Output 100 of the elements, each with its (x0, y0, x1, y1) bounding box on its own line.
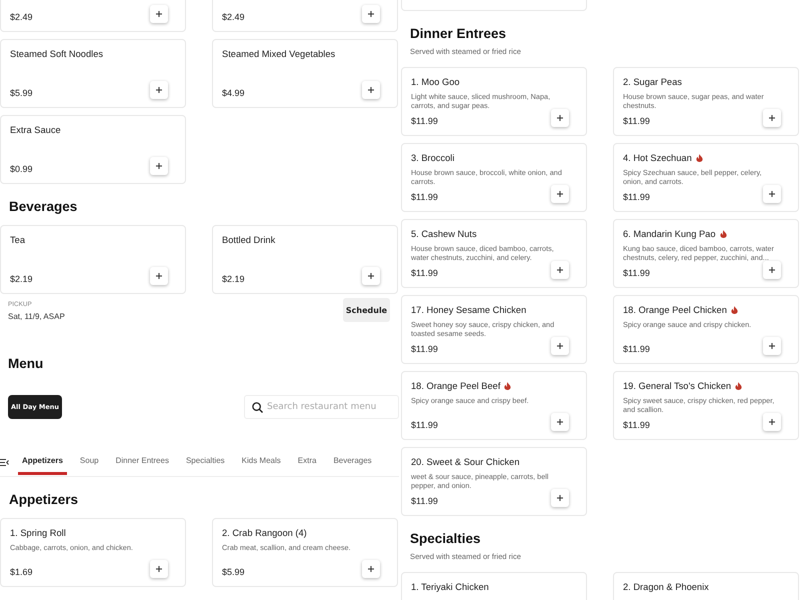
menu-icon (0, 459, 9, 466)
item-price: $2.19 (10, 274, 33, 284)
add-button[interactable] (551, 109, 569, 127)
add-button[interactable] (150, 81, 168, 99)
item-name: 1. Spring Roll (10, 527, 66, 539)
plus-icon (557, 115, 563, 121)
plus-icon (156, 273, 162, 279)
pickup-time: Sat, 11/9, ASAP (8, 311, 65, 322)
item-price: $11.99 (411, 344, 438, 354)
item-price: $11.99 (623, 116, 650, 126)
item-name: 1. Moo Goo (411, 76, 460, 88)
menu-item-card[interactable]: Extra Sauce $0.99 (0, 115, 186, 184)
section-heading: Specialties (410, 530, 482, 548)
item-name: 5. Cashew Nuts (411, 228, 477, 240)
menu-item-card[interactable]: Steamed Mixed Vegetables $4.99 (212, 39, 398, 108)
category-tab[interactable]: Appetizers (18, 449, 67, 475)
menu-title: Menu (8, 355, 44, 373)
section-heading: Beverages (9, 198, 78, 216)
item-name: 2. Dragon & Phoenix (623, 581, 709, 593)
category-tab[interactable]: Beverages (329, 449, 376, 475)
item-price: $11.99 (411, 268, 438, 278)
plus-icon (368, 566, 374, 572)
add-button[interactable] (551, 337, 569, 355)
add-button[interactable] (150, 267, 168, 285)
add-button[interactable] (763, 413, 781, 431)
item-price: $11.99 (411, 420, 438, 430)
plus-icon (156, 163, 162, 169)
plus-icon (156, 566, 162, 572)
plus-icon (769, 115, 775, 121)
plus-icon (769, 419, 775, 425)
menu-item-card[interactable]: Tea $2.19 (0, 225, 186, 294)
category-tab[interactable]: Extra (294, 449, 320, 475)
add-button[interactable] (551, 413, 569, 431)
item-price: $2.19 (222, 274, 245, 284)
item-price: $2.49 (10, 12, 33, 22)
menu-item-card[interactable]: Steamed Soft Noodles $5.99 (0, 39, 186, 108)
item-price: $2.49 (222, 12, 245, 22)
menu-item-card[interactable]: $2.49 (0, 0, 186, 32)
item-name: Extra Sauce (10, 124, 61, 136)
item-name: 3. Broccoli (411, 152, 454, 164)
add-button[interactable] (150, 5, 168, 23)
item-name: 6. Mandarin Kung Pao (623, 228, 716, 240)
add-button[interactable] (150, 560, 168, 578)
add-button[interactable] (551, 185, 569, 203)
add-button[interactable] (362, 5, 380, 23)
item-price: $5.99 (10, 88, 33, 98)
item-name: 18. Orange Peel Beef (411, 380, 500, 392)
item-name: Bottled Drink (222, 234, 276, 246)
plus-icon (368, 273, 374, 279)
item-price: $11.99 (623, 268, 650, 278)
add-button[interactable] (763, 185, 781, 203)
item-price: $11.99 (623, 420, 650, 430)
add-button[interactable] (551, 489, 569, 507)
plus-icon (368, 11, 374, 17)
item-price: $4.99 (222, 88, 245, 98)
item-name: 19. General Tso's Chicken (623, 380, 732, 392)
item-price: $5.99 (222, 567, 245, 577)
plus-icon (557, 419, 563, 425)
item-price: $11.99 (411, 496, 438, 506)
category-tab[interactable]: Dinner Entrees (112, 449, 173, 475)
plus-icon (156, 87, 162, 93)
item-name: 2. Crab Rangoon (4) (222, 527, 307, 539)
item-price: $11.99 (623, 192, 650, 202)
add-button[interactable] (150, 157, 168, 175)
item-name: 1. Teriyaki Chicken (411, 581, 489, 593)
item-name: 20. Sweet & Sour Chicken (411, 456, 520, 468)
plus-icon (557, 343, 563, 349)
item-name: Tea (10, 234, 25, 246)
plus-icon (557, 191, 563, 197)
item-name: Steamed Soft Noodles (10, 48, 104, 60)
add-button[interactable] (763, 337, 781, 355)
plus-icon (769, 267, 775, 273)
menu-item-card[interactable]: 2. Dragon & Phoenix (613, 572, 799, 600)
item-price: $11.99 (411, 192, 438, 202)
schedule-button[interactable]: Schedule (343, 298, 390, 322)
item-name: 17. Honey Sesame Chicken (411, 304, 526, 316)
category-tab[interactable]: Soup (76, 449, 103, 475)
add-button[interactable] (362, 560, 380, 578)
plus-icon (156, 11, 162, 17)
add-button[interactable] (362, 81, 380, 99)
menu-item-card[interactable]: $2.49 (212, 0, 398, 32)
add-button[interactable] (551, 261, 569, 279)
item-name: Steamed Mixed Vegetables (222, 48, 336, 60)
add-button[interactable] (763, 261, 781, 279)
plus-icon (769, 343, 775, 349)
section-heading: Appetizers (9, 491, 80, 509)
section-heading: Dinner Entrees (410, 25, 508, 43)
item-price: $1.69 (10, 567, 33, 577)
item-price: $11.99 (623, 344, 650, 354)
menu-item-card[interactable]: 1. Teriyaki Chicken (401, 572, 587, 600)
item-name: 18. Orange Peel Chicken (623, 304, 727, 316)
add-button[interactable] (763, 109, 781, 127)
category-tab[interactable]: Specialties (182, 449, 229, 475)
category-tab[interactable]: Kids Meals (238, 449, 285, 475)
item-name: 2. Sugar Peas (623, 76, 682, 88)
add-button[interactable] (362, 267, 380, 285)
plus-icon (557, 495, 563, 501)
search-field[interactable]: Search restaurant menu (244, 395, 399, 419)
menu-item-card[interactable]: Bottled Drink $2.19 (212, 225, 398, 294)
item-price: $0.99 (10, 164, 33, 174)
